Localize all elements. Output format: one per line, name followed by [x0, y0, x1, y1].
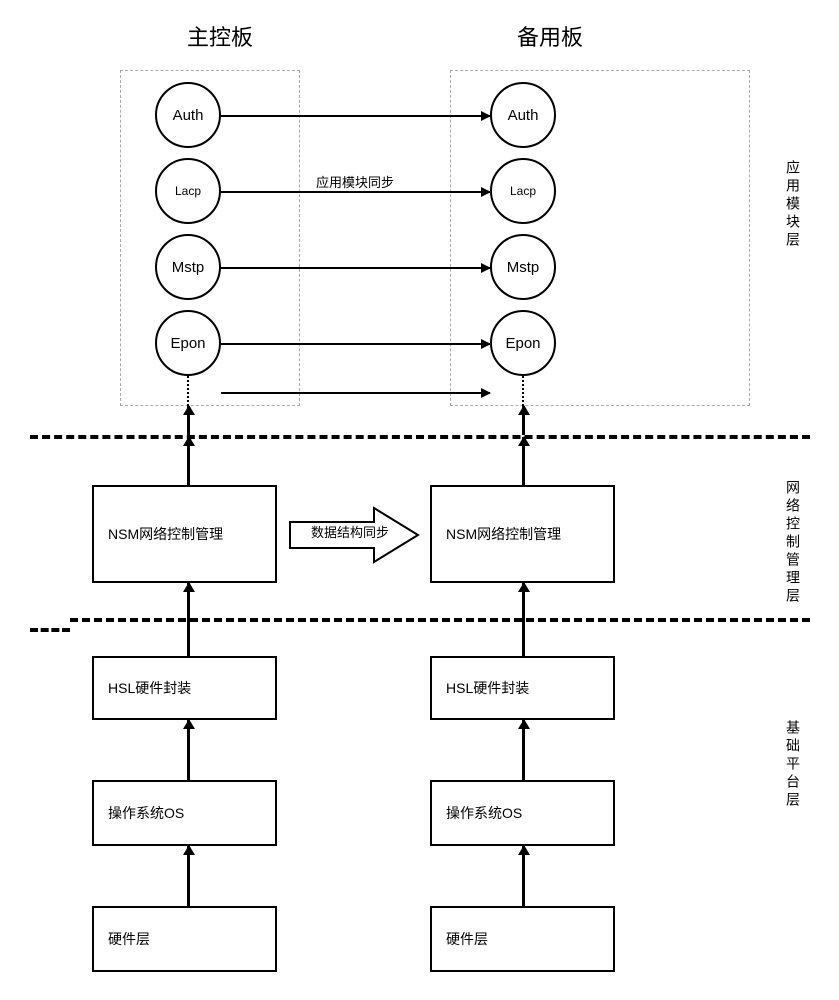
- arrow-lacp-sync: [221, 191, 490, 193]
- data-struct-sync-label: 数据结构同步: [302, 522, 398, 541]
- master-board-title: 主控板: [160, 20, 280, 52]
- backup-board-title: 备用板: [490, 20, 610, 52]
- arrow-mstp-sync: [221, 267, 490, 269]
- layer-label-app: 应用模块层: [783, 160, 803, 250]
- arrow-backup-os-hw: [522, 846, 525, 906]
- diagram-canvas: 主控板 备用板 Auth Lacp Mstp Epon Auth Lacp Ms…: [0, 0, 839, 1000]
- divider-app-ncm: [30, 435, 810, 439]
- arrow-master-app-top: [187, 406, 190, 435]
- os-box-backup: 操作系统OS: [430, 780, 615, 846]
- hsl-box-master: HSL硬件封装: [92, 656, 277, 720]
- arrow-master-os-hw: [187, 846, 190, 906]
- arrow-backup-hsl-os: [522, 720, 525, 780]
- arrow-backup-app-top: [522, 406, 525, 435]
- module-auth-backup: Auth: [490, 82, 556, 148]
- module-lacp-backup: Lacp: [490, 158, 556, 224]
- arrow-backup-app-bottom: [522, 437, 525, 485]
- layer-label-base: 基础平台层: [783, 720, 803, 810]
- arrow-master-hsl-os: [187, 720, 190, 780]
- app-module-sync-label: 应用模块同步: [300, 172, 410, 191]
- module-epon-backup: Epon: [490, 310, 556, 376]
- arrow-auth-sync: [221, 115, 490, 117]
- module-epon-master: Epon: [155, 310, 221, 376]
- arrow-master-nsm-hsl: [187, 583, 190, 656]
- arrow-backup-nsm-hsl: [522, 583, 525, 656]
- divider-ncm-base-left: [30, 628, 70, 632]
- arrow-epon-sync: [221, 343, 490, 345]
- hw-box-backup: 硬件层: [430, 906, 615, 972]
- module-auth-master: Auth: [155, 82, 221, 148]
- divider-ncm-base-right: [70, 618, 810, 622]
- arrow-master-app-bottom: [187, 437, 190, 485]
- hsl-box-backup: HSL硬件封装: [430, 656, 615, 720]
- arrow-more-sync: [221, 392, 490, 394]
- nsm-box-backup: NSM网络控制管理: [430, 485, 615, 583]
- nsm-box-master: NSM网络控制管理: [92, 485, 277, 583]
- layer-label-ncm: 网络控制管理层: [783, 480, 803, 606]
- module-lacp-master: Lacp: [155, 158, 221, 224]
- module-mstp-master: Mstp: [155, 234, 221, 300]
- os-box-master: 操作系统OS: [92, 780, 277, 846]
- hw-box-master: 硬件层: [92, 906, 277, 972]
- module-mstp-backup: Mstp: [490, 234, 556, 300]
